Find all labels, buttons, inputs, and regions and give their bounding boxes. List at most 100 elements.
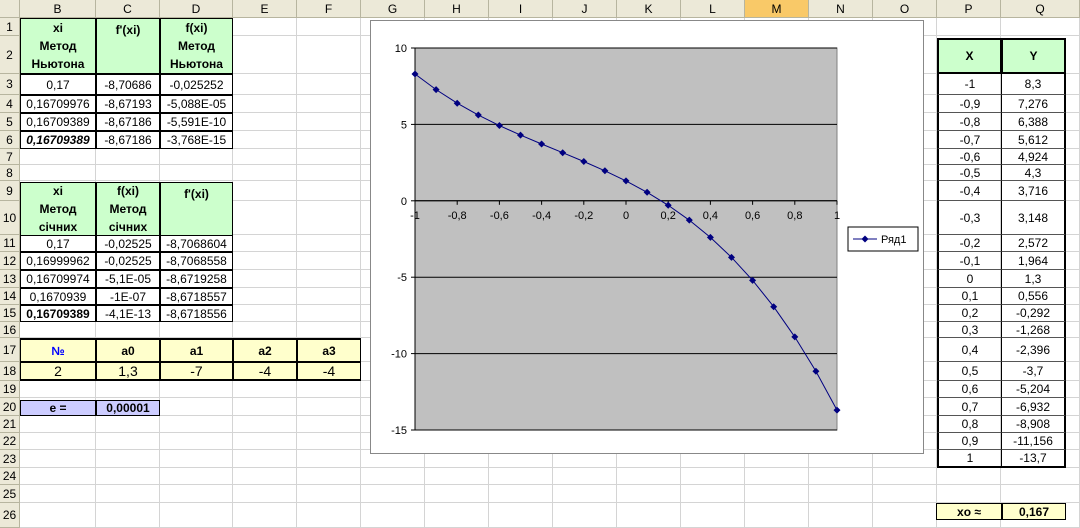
secant-cell[interactable]: -5,1E-05: [96, 270, 160, 288]
xy-cell-x[interactable]: 0,2: [937, 305, 1002, 322]
xy-cell-y[interactable]: 8,3: [1001, 74, 1066, 95]
column-header-e[interactable]: E: [233, 0, 297, 18]
row-header-23[interactable]: 23: [0, 450, 20, 468]
row-header-6[interactable]: 6: [0, 131, 20, 149]
xy-cell-y[interactable]: 6,388: [1001, 113, 1066, 131]
xy-header-y[interactable]: Y: [1001, 38, 1066, 74]
secant-cell[interactable]: 0,17: [20, 235, 96, 252]
xy-cell-y[interactable]: 5,612: [1001, 131, 1066, 149]
newton-cell[interactable]: 0,16709976: [20, 95, 96, 113]
newton-cell[interactable]: -5,591E-10: [160, 113, 233, 131]
coef-value[interactable]: 2: [20, 362, 96, 381]
xy-cell-x[interactable]: -0,8: [937, 113, 1002, 131]
secant-cell[interactable]: 0,16709974: [20, 270, 96, 288]
row-header-7[interactable]: 7: [0, 149, 20, 165]
newton-cell[interactable]: -8,70686: [96, 74, 160, 95]
row-header-26[interactable]: 26: [0, 503, 20, 528]
newton-cell[interactable]: -8,67186: [96, 113, 160, 131]
xy-cell-y[interactable]: -11,156: [1001, 433, 1066, 450]
xy-cell-y[interactable]: 4,3: [1001, 165, 1066, 181]
secant-cell[interactable]: -0,02525: [96, 235, 160, 252]
newton-cell[interactable]: 0,16709389: [20, 131, 96, 149]
column-header-i[interactable]: I: [489, 0, 553, 18]
row-header-18[interactable]: 18: [0, 362, 20, 381]
secant-cell[interactable]: -8,6718556: [160, 305, 233, 322]
xy-cell-y[interactable]: -6,932: [1001, 398, 1066, 416]
row-header-5[interactable]: 5: [0, 113, 20, 131]
xy-cell-x[interactable]: 0,4: [937, 338, 1002, 362]
coef-value[interactable]: -7: [160, 362, 233, 381]
column-header-f[interactable]: F: [297, 0, 361, 18]
secant-cell[interactable]: -4,1E-13: [96, 305, 160, 322]
newton-header-derivative[interactable]: f'(xi): [96, 18, 160, 74]
row-header-17[interactable]: 17: [0, 338, 20, 362]
coef-header[interactable]: a3: [297, 338, 361, 362]
xy-cell-x[interactable]: -0,4: [937, 181, 1002, 201]
column-header-o[interactable]: O: [873, 0, 937, 18]
newton-cell[interactable]: -8,67193: [96, 95, 160, 113]
newton-cell[interactable]: -5,088E-05: [160, 95, 233, 113]
xy-cell-y[interactable]: -5,204: [1001, 381, 1066, 398]
xy-cell-y[interactable]: 2,572: [1001, 235, 1066, 252]
result-label[interactable]: xo ≈: [936, 503, 1002, 520]
secant-cell[interactable]: -8,7068558: [160, 252, 233, 270]
epsilon-value[interactable]: 0,00001: [96, 400, 160, 416]
xy-cell-y[interactable]: 3,148: [1001, 201, 1066, 235]
row-header-2[interactable]: 2: [0, 36, 20, 74]
xy-cell-y[interactable]: -13,7: [1001, 450, 1066, 468]
row-header-3[interactable]: 3: [0, 74, 20, 95]
xy-cell-x[interactable]: 0,8: [937, 416, 1002, 433]
newton-cell[interactable]: -3,768E-15: [160, 131, 233, 149]
xy-cell-x[interactable]: 0,7: [937, 398, 1002, 416]
newton-cell[interactable]: -0,025252: [160, 74, 233, 95]
secant-cell[interactable]: -0,02525: [96, 252, 160, 270]
select-all-corner[interactable]: [0, 0, 20, 18]
xy-cell-x[interactable]: -0,5: [937, 165, 1002, 181]
xy-cell-x[interactable]: -0,6: [937, 149, 1002, 165]
column-header-k[interactable]: K: [617, 0, 681, 18]
newton-header-fx[interactable]: f(xi) Метод Ньютона: [160, 18, 233, 74]
newton-header-xi[interactable]: xi Метод Ньютона: [20, 18, 96, 74]
secant-header-xi[interactable]: xi Метод січних: [20, 182, 96, 236]
xy-cell-y[interactable]: 0,556: [1001, 288, 1066, 305]
xy-cell-x[interactable]: -0,2: [937, 235, 1002, 252]
secant-cell[interactable]: -8,7068604: [160, 235, 233, 252]
secant-header-derivative[interactable]: f'(xi): [160, 182, 233, 236]
xy-cell-y[interactable]: 1,3: [1001, 270, 1066, 288]
row-header-14[interactable]: 14: [0, 288, 20, 305]
xy-cell-x[interactable]: 0,6: [937, 381, 1002, 398]
coef-header[interactable]: №: [20, 338, 96, 362]
row-header-9[interactable]: 9: [0, 181, 20, 201]
xy-cell-y[interactable]: -8,908: [1001, 416, 1066, 433]
row-header-20[interactable]: 20: [0, 398, 20, 416]
column-header-q[interactable]: Q: [1001, 0, 1080, 18]
chart-object[interactable]: 10 5 0 -5 -10 -15 -1 -0,8 -0,6 -0,4 -0,2 0 0,2 0,4 0,6…: [370, 20, 924, 454]
row-header-21[interactable]: 21: [0, 416, 20, 433]
column-header-c[interactable]: C: [96, 0, 160, 18]
xy-cell-x[interactable]: 0,1: [937, 288, 1002, 305]
row-header-15[interactable]: 15: [0, 305, 20, 322]
column-header-b[interactable]: B: [20, 0, 96, 18]
row-header-10[interactable]: 10: [0, 201, 20, 235]
row-header-1[interactable]: 1: [0, 18, 20, 36]
xy-cell-y[interactable]: -2,396: [1001, 338, 1066, 362]
xy-cell-y[interactable]: 3,716: [1001, 181, 1066, 201]
xy-cell-x[interactable]: -1: [937, 74, 1002, 95]
coef-value[interactable]: -4: [297, 362, 361, 381]
column-header-n[interactable]: N: [809, 0, 873, 18]
xy-cell-x[interactable]: -0,3: [937, 201, 1002, 235]
epsilon-label[interactable]: e =: [20, 400, 96, 416]
secant-cell[interactable]: 0,16999962: [20, 252, 96, 270]
secant-cell[interactable]: 0,16709389: [20, 305, 96, 322]
row-header-24[interactable]: 24: [0, 468, 20, 485]
row-header-13[interactable]: 13: [0, 270, 20, 288]
row-header-12[interactable]: 12: [0, 252, 20, 270]
secant-cell[interactable]: 0,1670939: [20, 288, 96, 305]
coef-header[interactable]: a2: [233, 338, 297, 362]
xy-cell-y[interactable]: -0,292: [1001, 305, 1066, 322]
row-header-22[interactable]: 22: [0, 433, 20, 450]
newton-cell[interactable]: 0,16709389: [20, 113, 96, 131]
xy-cell-x[interactable]: -0,7: [937, 131, 1002, 149]
xy-cell-x[interactable]: 0: [937, 270, 1002, 288]
column-header-j[interactable]: J: [553, 0, 617, 18]
